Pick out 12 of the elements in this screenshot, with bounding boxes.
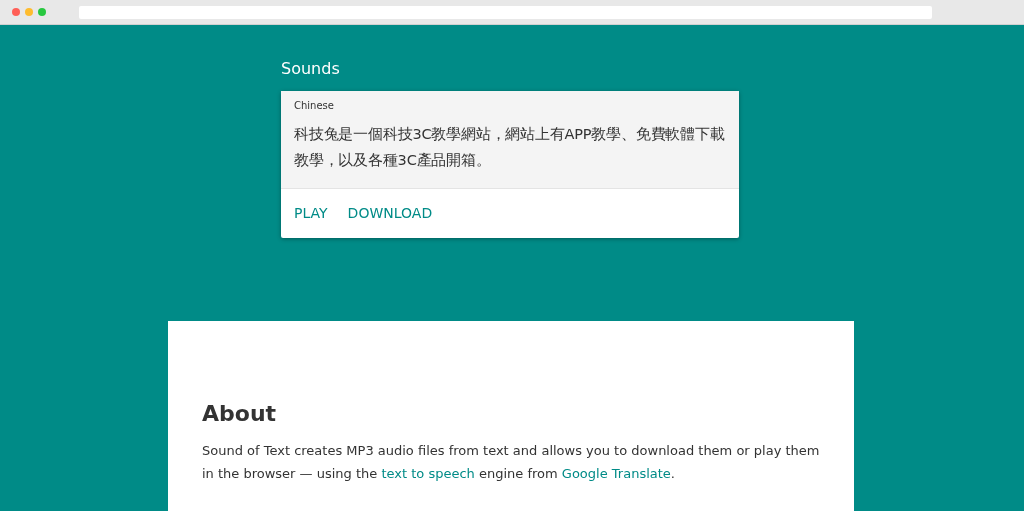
section-title: Sounds (281, 58, 341, 80)
text-link[interactable]: Google Translate (561, 466, 671, 482)
language-label: Chinese (294, 99, 335, 113)
sound-text: 科技兔是一個科技3C教學網站，網站上有APP教學、免費軟體下載教學，以及各種3C產品開箱。 (294, 125, 726, 170)
close-icon[interactable] (12, 8, 20, 16)
minimize-icon[interactable] (25, 8, 33, 16)
text-link[interactable]: text to speech (381, 466, 475, 482)
about-paragraph: Sound of Text creates MP3 audio files from text and allows you to download them or play them in the browser — using the text to speech engine from Google Translate. (202, 442, 820, 484)
play-button[interactable]: PLAY (294, 203, 328, 224)
download-button[interactable]: DOWNLOAD (347, 203, 433, 224)
about-heading: About (202, 401, 278, 428)
maximize-icon[interactable] (38, 8, 46, 16)
